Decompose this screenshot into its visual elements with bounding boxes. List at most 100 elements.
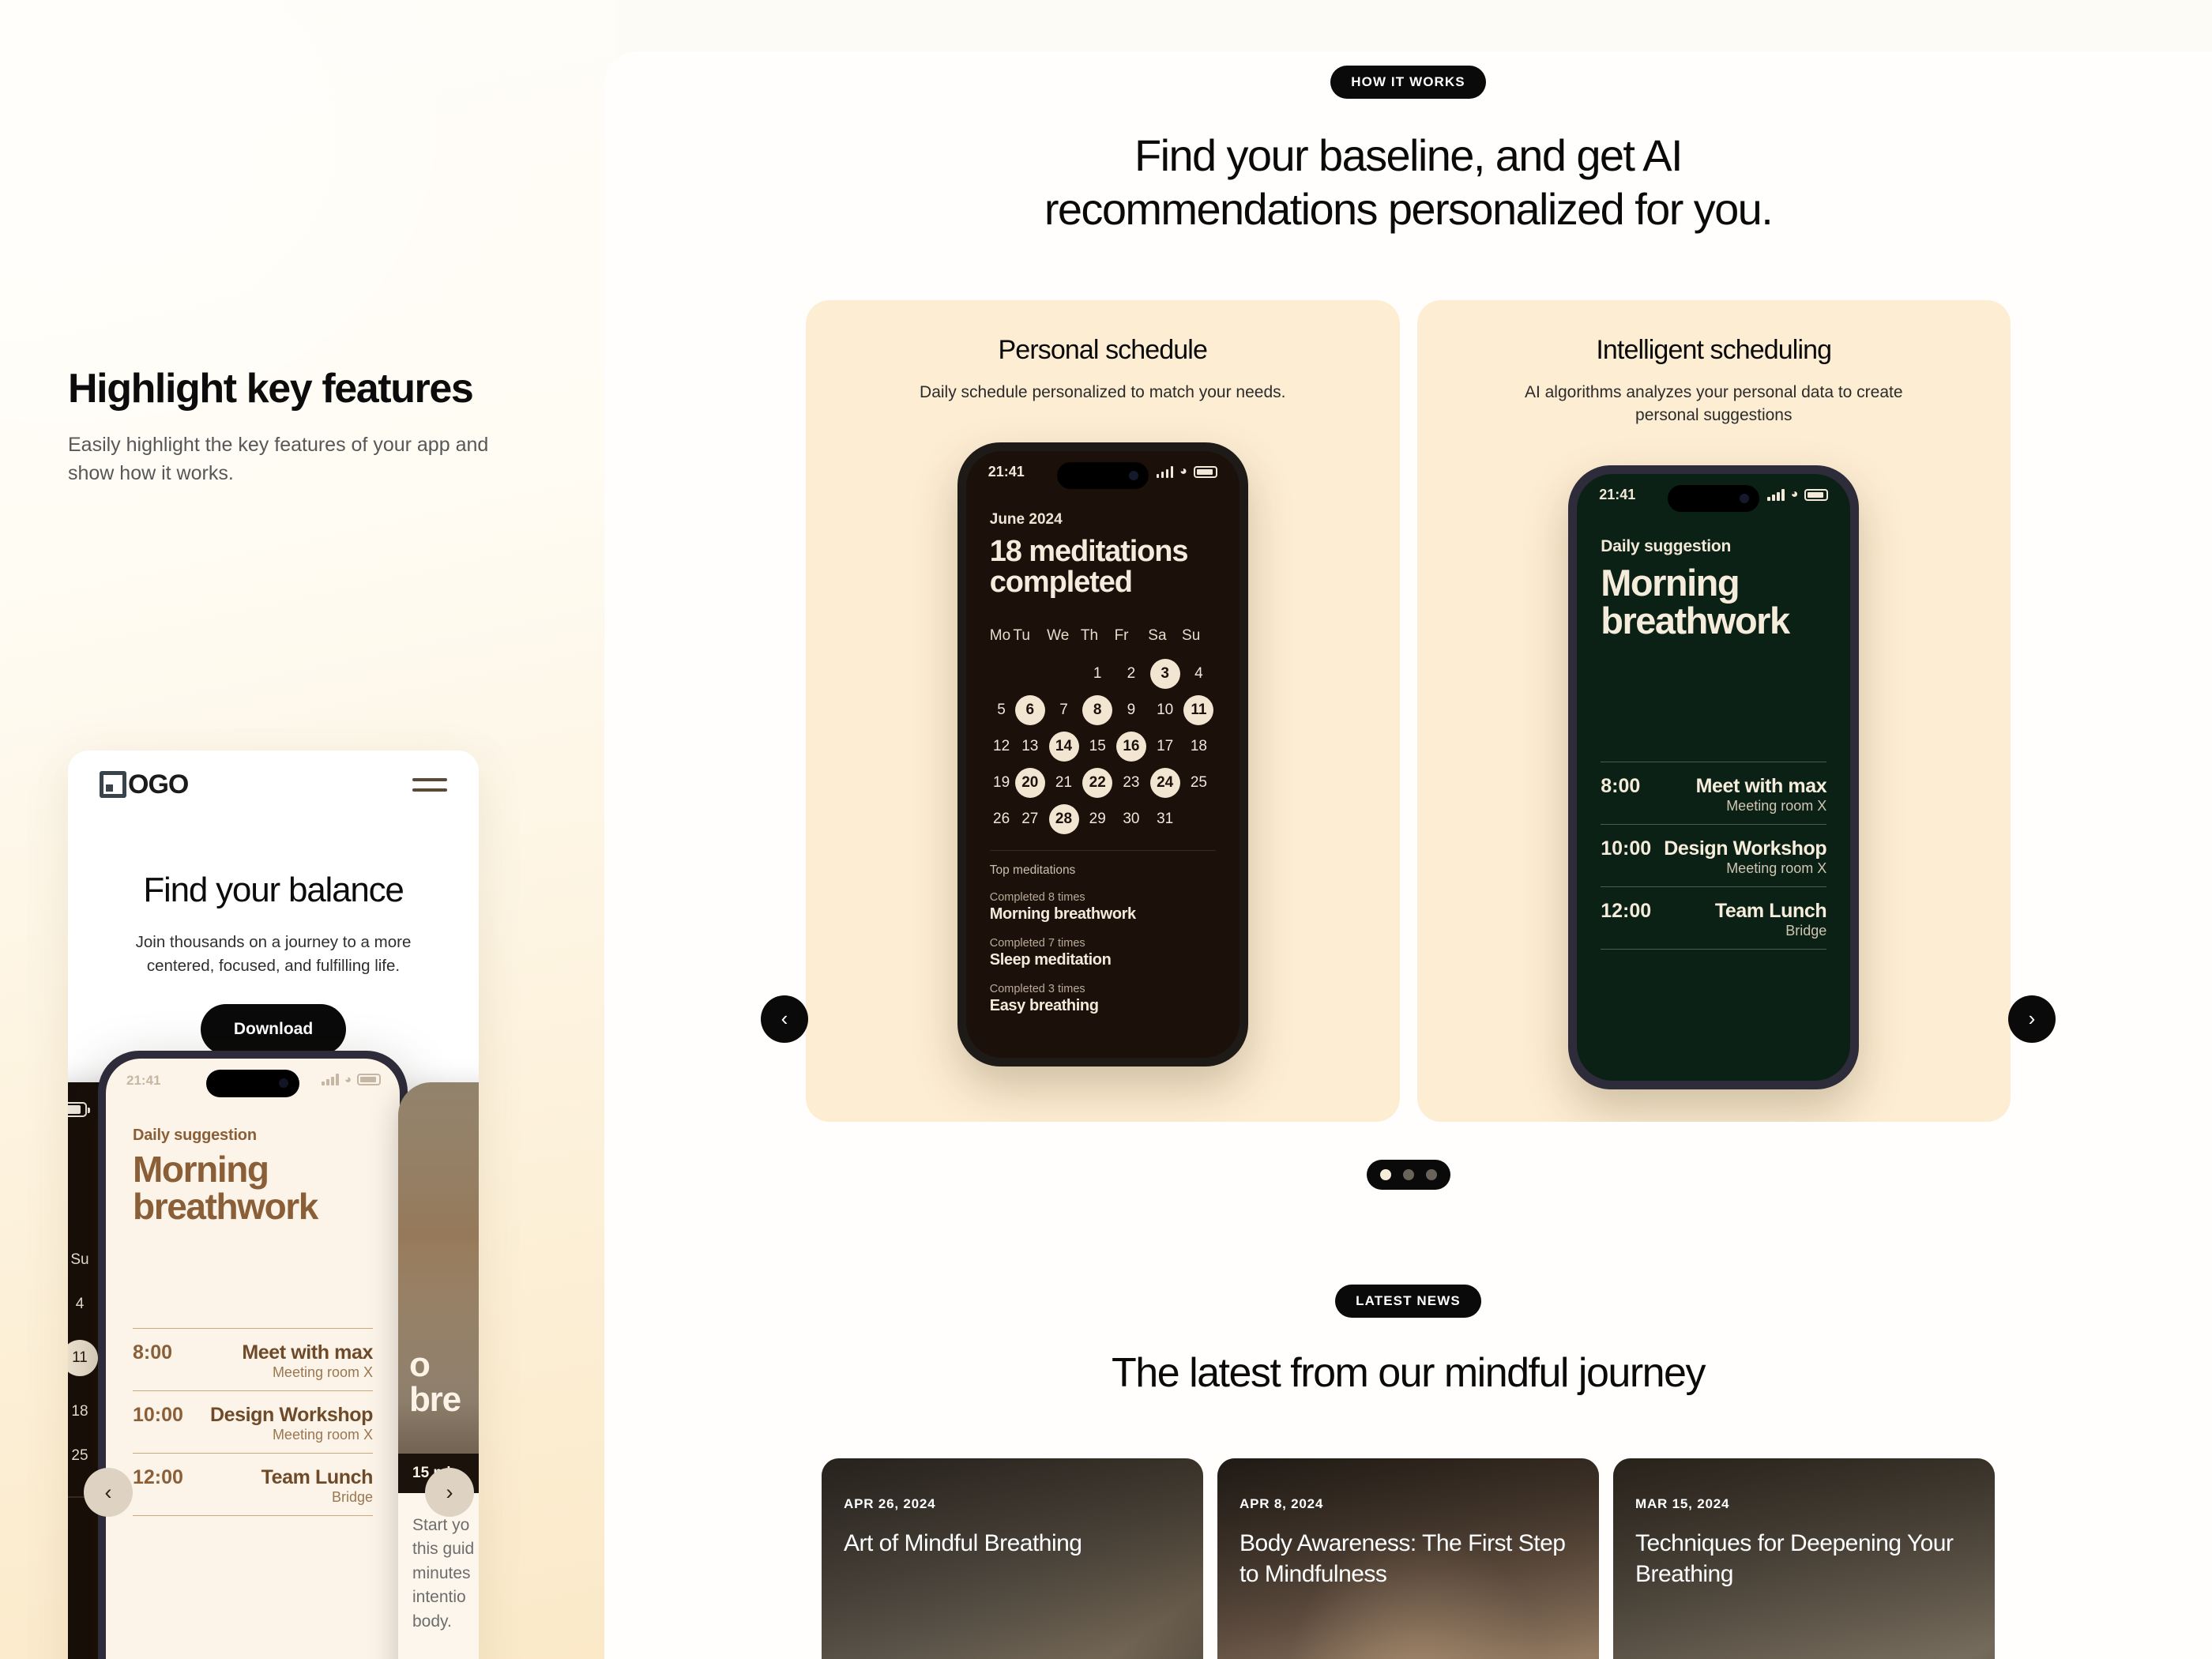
calendar-day-cell[interactable]: 16 [1115, 728, 1149, 765]
chevron-right-icon: › [446, 1480, 453, 1504]
hamburger-menu-icon[interactable] [412, 777, 447, 792]
carousel-dot[interactable] [1425, 1168, 1437, 1180]
calendar-day-cell[interactable]: 26 [990, 801, 1014, 837]
phone-mockup-calendar: 21:41 ◕ June 2024 18 meditations complet… [957, 442, 1248, 1066]
feature-card-heading: Intelligent scheduling [1596, 334, 1832, 365]
app-preview-mock: OGO Find your balance Join thousands on … [68, 750, 479, 1659]
calendar-day-cell[interactable]: 22 [1081, 765, 1115, 801]
feature-card-personal-schedule[interactable]: Personal schedule Daily schedule persona… [806, 299, 1400, 1122]
carousel-dot[interactable] [1379, 1168, 1391, 1180]
mock-hero-title: Find your balance [143, 871, 404, 909]
calendar-body: June 2024 18 meditations completed Mo Tu W… [966, 451, 1240, 1016]
calendar-day-cell[interactable]: 12 [990, 728, 1014, 765]
calendar-day-cell[interactable]: 30 [1115, 801, 1149, 837]
mock-carousel-next-button[interactable]: › [425, 1468, 474, 1517]
schedule-time: 12:00 [133, 1465, 183, 1488]
calendar-day-cell[interactable]: 17 [1148, 728, 1182, 765]
schedule-row: 8:00 Meet with max Meeting room X [1601, 762, 1827, 824]
meditation-item: Completed 7 times Sleep meditation [990, 937, 1216, 969]
calendar-day-cell[interactable]: 31 [1148, 801, 1182, 837]
news-card[interactable]: APR 26, 2024 Art of Mindful Breathing [822, 1458, 1203, 1659]
calendar-day-cell[interactable]: 23 [1115, 765, 1149, 801]
calendar-day-cell[interactable]: 6 [1013, 692, 1047, 728]
mock-carousel-prev-button[interactable]: ‹ [84, 1468, 133, 1517]
calendar-day-cell[interactable]: 4 [1182, 656, 1216, 692]
left-panel: Highlight key features Easily highlight … [0, 0, 616, 1659]
schedule-list: 8:00 Meet with max Meeting room X 10:00 … [133, 1327, 374, 1516]
calendar-day-cell[interactable]: 9 [1115, 692, 1149, 728]
calendar-day-highlighted: 24 [1149, 767, 1180, 798]
logo[interactable]: OGO [100, 769, 189, 800]
carousel-prev-button[interactable]: ‹ [761, 995, 808, 1043]
schedule-location: Meeting room X [272, 1364, 373, 1380]
calendar-day-cell[interactable]: 5 [990, 692, 1014, 728]
status-time: 21:41 [126, 1073, 161, 1088]
feature-card-intelligent-scheduling[interactable]: Intelligent scheduling AI algorithms ana… [1416, 299, 2011, 1122]
schedule-row: 10:00 Design Workshop Meeting room X [133, 1390, 373, 1453]
meditation-name: Easy breathing [989, 997, 1099, 1015]
calendar-empty-cell [1182, 801, 1216, 837]
calendar-day-cell[interactable]: 19 [990, 765, 1014, 801]
carousel-dot[interactable] [1402, 1168, 1414, 1180]
chevron-right-icon: › [2028, 1006, 2036, 1031]
schedule-row: 12:00 Team Lunch Bridge [133, 1452, 374, 1516]
calendar-day-highlighted: 16 [1115, 731, 1146, 762]
meditation-photo: o bre 15 min [398, 1082, 479, 1493]
calendar-day-cell[interactable]: 25 [1182, 765, 1216, 801]
calendar-day-cell[interactable]: 21 [1047, 765, 1081, 801]
daily-suggestion-label: Daily suggestion [1601, 536, 1732, 555]
peek-day-active: 11 [68, 1340, 98, 1376]
meditation-item: Completed 8 times Morning breathwork [990, 891, 1216, 924]
calendar-day-cell[interactable]: 15 [1081, 728, 1115, 765]
calendar-day-cell[interactable]: 8 [1081, 692, 1115, 728]
schedule-event: Team Lunch [261, 1465, 374, 1488]
calendar-day-cell[interactable]: 11 [1182, 692, 1216, 728]
schedule-location: Bridge [1785, 923, 1827, 939]
schedule-row: 10:00 Design Workshop Meeting room X [1601, 824, 1827, 886]
news-card[interactable]: APR 8, 2024 Body Awareness: The First St… [1217, 1458, 1599, 1659]
carousel-pagination[interactable] [1366, 1159, 1450, 1190]
calendar-grid[interactable]: Mo Tu We Th Fr Sa Su 1 2 3 4 5 6 7 8 9 10 11 12 13 14 15 16 17… [990, 627, 1216, 837]
meditations-completed-headline: 18 meditations completed [989, 534, 1189, 600]
feature-card-subtitle: Daily schedule personalized to match you… [920, 382, 1286, 401]
feature-cards: Personal schedule Daily schedule persona… [806, 299, 2011, 1122]
schedule-location: Meeting room X [1726, 798, 1827, 814]
download-button[interactable]: Download [200, 1004, 347, 1055]
calendar-weekday: Sa [1148, 626, 1167, 644]
calendar-day-cell[interactable]: 14 [1047, 728, 1081, 765]
calendar-day-cell[interactable]: 18 [1182, 728, 1216, 765]
calendar-day-cell[interactable]: 13 [1013, 728, 1047, 765]
suggestion-body: Daily suggestion Morning breathwork 8:00… [1577, 474, 1850, 950]
calendar-day-cell[interactable]: 3 [1148, 656, 1182, 692]
daily-suggestion-title: Morning breathwork [1601, 561, 1790, 641]
logo-text: OGO [128, 769, 189, 799]
daily-suggestion-title: Morning breathwork [133, 1149, 318, 1227]
meditation-count: Completed 7 times [989, 937, 1085, 950]
calendar-day-cell[interactable]: 29 [1081, 801, 1115, 837]
wifi-icon: ◕ [1179, 465, 1187, 479]
calendar-day-cell[interactable]: 2 [1115, 656, 1149, 692]
phone-screen: 21:41 ◕ June 2024 18 meditations complet… [965, 450, 1240, 1058]
schedule-event: Design Workshop [209, 1403, 373, 1426]
carousel-next-button[interactable]: › [2008, 995, 2056, 1043]
calendar-weekday-row: Mo Tu We Th Fr Sa Su [990, 627, 1216, 656]
calendar-day-cell[interactable]: 28 [1047, 801, 1081, 837]
calendar-weekday: Th [1080, 626, 1099, 644]
schedule-event: Meet with max [242, 1341, 373, 1364]
carousel-peek-phone-right[interactable]: o bre 15 min Start yo this guid minutes … [398, 1082, 479, 1659]
feature-card-heading: Personal schedule [998, 334, 1208, 365]
dynamic-island [206, 1070, 299, 1097]
calendar-day-cell[interactable]: 1 [1081, 656, 1115, 692]
calendar-day-cell[interactable]: 27 [1013, 801, 1047, 837]
divider [989, 849, 1216, 852]
calendar-day-cell[interactable]: 10 [1148, 692, 1182, 728]
news-card[interactable]: MAR 15, 2024 Techniques for Deepening Yo… [1613, 1458, 1995, 1659]
calendar-day-cell[interactable]: 20 [1013, 765, 1047, 801]
meditation-count: Completed 8 times [989, 891, 1085, 905]
calendar-day-highlighted: 28 [1048, 803, 1079, 834]
calendar-day-cell[interactable]: 7 [1047, 692, 1081, 728]
schedule-event: Team Lunch [1714, 900, 1827, 923]
dynamic-island [1056, 461, 1149, 489]
schedule-event: Meet with max [1695, 775, 1827, 798]
calendar-day-cell[interactable]: 24 [1148, 765, 1182, 801]
